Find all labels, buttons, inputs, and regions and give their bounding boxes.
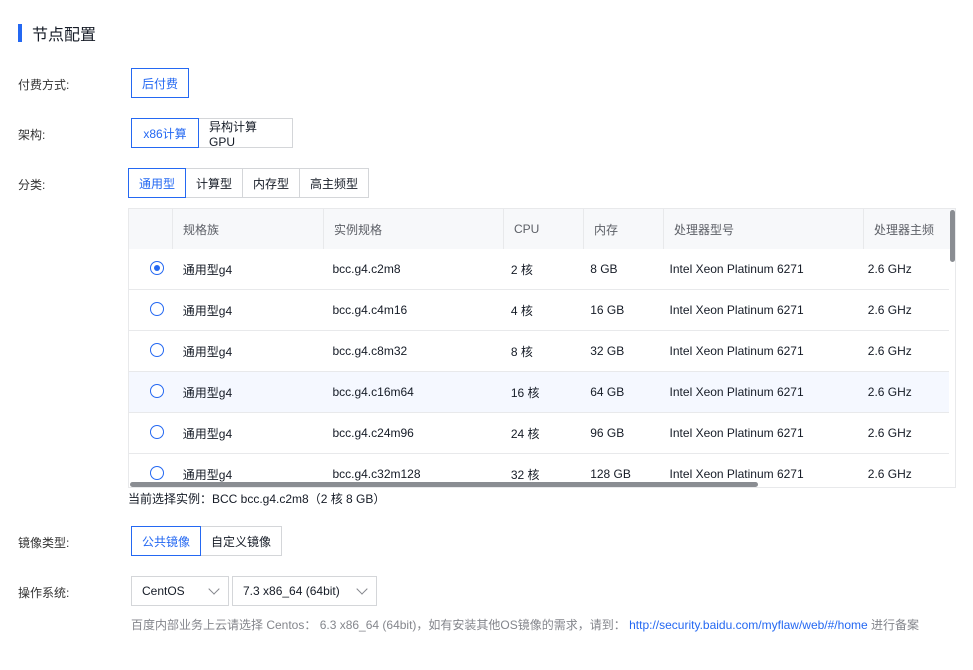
cell-model: Intel Xeon Platinum 6271 bbox=[669, 426, 804, 440]
radio-button[interactable] bbox=[150, 465, 164, 480]
image-type-options: 公共镜像 自定义镜像 bbox=[131, 526, 282, 556]
radio-button[interactable] bbox=[150, 260, 164, 275]
category-options: 通用型 计算型 内存型 高主频型 bbox=[128, 168, 369, 198]
payment-postpaid-button[interactable]: 后付费 bbox=[131, 68, 189, 98]
table-row[interactable]: 通用型g4 bcc.g4.c2m8 2 核 8 GB Intel Xeon Platin… bbox=[129, 249, 949, 290]
table-header-select bbox=[129, 209, 173, 249]
title-accent-bar bbox=[18, 24, 22, 42]
os-version-select[interactable]: 7.3 x86_64 (64bit) bbox=[232, 576, 377, 606]
os-select-value: CentOS bbox=[142, 584, 185, 598]
cell-freq: 2.6 GHz bbox=[867, 303, 912, 317]
image-custom-button[interactable]: 自定义镜像 bbox=[200, 526, 282, 556]
cell-freq: 2.6 GHz bbox=[867, 385, 912, 399]
radio-button[interactable] bbox=[150, 383, 164, 398]
row-radio bbox=[129, 465, 173, 483]
chevron-down-icon bbox=[356, 583, 368, 595]
security-link[interactable]: http://security.baidu.com/myflaw/web/#/h… bbox=[629, 618, 868, 632]
instance-spec-table: 规格族 实例规格 CPU 内存 处理器型号 处理器主频 通用型g4 bcc.g4.… bbox=[128, 208, 956, 488]
table-header-mem: 内存 bbox=[584, 209, 664, 249]
cell-mem: 64 GB bbox=[590, 385, 625, 399]
table-horizontal-scrollbar[interactable] bbox=[130, 482, 758, 487]
chevron-down-icon bbox=[208, 583, 220, 595]
category-memory-button[interactable]: 内存型 bbox=[242, 168, 300, 198]
section-title: 节点配置 bbox=[32, 27, 97, 44]
os-version-value: 7.3 x86_64 (64bit) bbox=[243, 584, 340, 598]
cell-family: 通用型g4 bbox=[182, 303, 233, 318]
category-general-button[interactable]: 通用型 bbox=[128, 168, 186, 198]
cell-model: Intel Xeon Platinum 6271 bbox=[669, 467, 804, 481]
cell-family: 通用型g4 bbox=[182, 262, 233, 277]
table-row[interactable]: 通用型g4 bcc.g4.c16m64 16 核 64 GB Intel Xeon Pl… bbox=[129, 372, 949, 413]
row-radio bbox=[129, 342, 173, 360]
arch-x86-button[interactable]: x86计算 bbox=[131, 118, 199, 148]
cell-model: Intel Xeon Platinum 6271 bbox=[669, 385, 804, 399]
table-header: 规格族 实例规格 CPU 内存 处理器型号 处理器主频 bbox=[129, 209, 955, 249]
table-header-freq: 处理器主频 bbox=[874, 222, 935, 237]
table-row[interactable]: 通用型g4 bcc.g4.c8m32 8 核 32 GB Intel Xeon Plat… bbox=[129, 331, 949, 372]
cell-cpu: 16 核 bbox=[510, 385, 540, 400]
row-radio bbox=[129, 260, 173, 278]
cell-spec: bcc.g4.c16m64 bbox=[332, 385, 414, 399]
cell-freq: 2.6 GHz bbox=[867, 344, 912, 358]
arch-label: 架构: bbox=[18, 128, 46, 142]
row-radio bbox=[129, 301, 173, 319]
cell-spec: bcc.g4.c32m128 bbox=[332, 467, 421, 481]
cell-mem: 8 GB bbox=[590, 262, 618, 276]
table-header-cpu: CPU bbox=[504, 209, 584, 249]
cell-spec: bcc.g4.c2m8 bbox=[332, 262, 401, 276]
os-select[interactable]: CentOS bbox=[131, 576, 229, 606]
cell-mem: 96 GB bbox=[590, 426, 625, 440]
image-type-label: 镜像类型: bbox=[18, 536, 70, 550]
cell-cpu: 4 核 bbox=[510, 303, 533, 318]
section-title-bar: 节点配置 bbox=[18, 23, 97, 44]
row-radio bbox=[129, 424, 173, 442]
cell-freq: 2.6 GHz bbox=[867, 467, 912, 481]
cell-cpu: 32 核 bbox=[510, 467, 540, 482]
radio-button[interactable] bbox=[150, 424, 164, 439]
hint-text-after: 进行备案 bbox=[871, 618, 920, 632]
arch-gpu-button[interactable]: 异构计算GPU bbox=[198, 118, 293, 149]
cell-freq: 2.6 GHz bbox=[867, 426, 912, 440]
image-public-button[interactable]: 公共镜像 bbox=[131, 526, 201, 556]
cell-cpu: 24 核 bbox=[510, 426, 540, 441]
table-header-model: 处理器型号 bbox=[664, 209, 864, 249]
selected-instance-summary: 当前选择实例：BCC bcc.g4.c2m8（2 核 8 GB） bbox=[128, 492, 386, 506]
cell-cpu: 8 核 bbox=[510, 344, 533, 359]
category-highfreq-button[interactable]: 高主频型 bbox=[299, 168, 369, 198]
cell-cpu: 2 核 bbox=[510, 262, 533, 277]
payment-options: 后付费 bbox=[131, 68, 189, 98]
os-label: 操作系统: bbox=[18, 586, 70, 600]
category-label: 分类: bbox=[18, 178, 46, 192]
cell-spec: bcc.g4.c4m16 bbox=[332, 303, 408, 317]
cell-model: Intel Xeon Platinum 6271 bbox=[669, 344, 804, 358]
hint-text-before: 百度内部业务上云请选择 Centos： 6.3 x86_64 (64bit)，如… bbox=[131, 618, 626, 632]
os-hint-text: 百度内部业务上云请选择 Centos： 6.3 x86_64 (64bit)，如… bbox=[131, 616, 941, 634]
radio-button[interactable] bbox=[150, 301, 164, 316]
table-vertical-scrollbar[interactable] bbox=[950, 210, 955, 262]
cell-mem: 32 GB bbox=[590, 344, 625, 358]
cell-mem: 16 GB bbox=[590, 303, 625, 317]
cell-family: 通用型g4 bbox=[182, 344, 233, 359]
cell-spec: bcc.g4.c8m32 bbox=[332, 344, 408, 358]
payment-label: 付费方式: bbox=[18, 78, 70, 92]
cell-family: 通用型g4 bbox=[182, 385, 233, 400]
table-header-spec: 实例规格 bbox=[324, 209, 504, 249]
table-row[interactable]: 通用型g4 bcc.g4.c24m96 24 核 96 GB Intel Xeon Pl… bbox=[129, 413, 949, 454]
table-body: 通用型g4 bcc.g4.c2m8 2 核 8 GB Intel Xeon Platin… bbox=[129, 249, 949, 487]
row-radio bbox=[129, 383, 173, 401]
table-header-family: 规格族 bbox=[173, 209, 324, 249]
cell-family: 通用型g4 bbox=[182, 426, 233, 441]
cell-freq: 2.6 GHz bbox=[867, 262, 912, 276]
table-row[interactable]: 通用型g4 bcc.g4.c4m16 4 核 16 GB Intel Xeon Plat… bbox=[129, 290, 949, 331]
cell-mem: 128 GB bbox=[590, 467, 631, 481]
radio-button[interactable] bbox=[150, 342, 164, 357]
cell-model: Intel Xeon Platinum 6271 bbox=[669, 303, 804, 317]
cell-family: 通用型g4 bbox=[182, 467, 233, 482]
arch-options: x86计算 异构计算GPU bbox=[131, 118, 293, 149]
category-compute-button[interactable]: 计算型 bbox=[185, 168, 243, 198]
cell-model: Intel Xeon Platinum 6271 bbox=[669, 262, 804, 276]
cell-spec: bcc.g4.c24m96 bbox=[332, 426, 414, 440]
